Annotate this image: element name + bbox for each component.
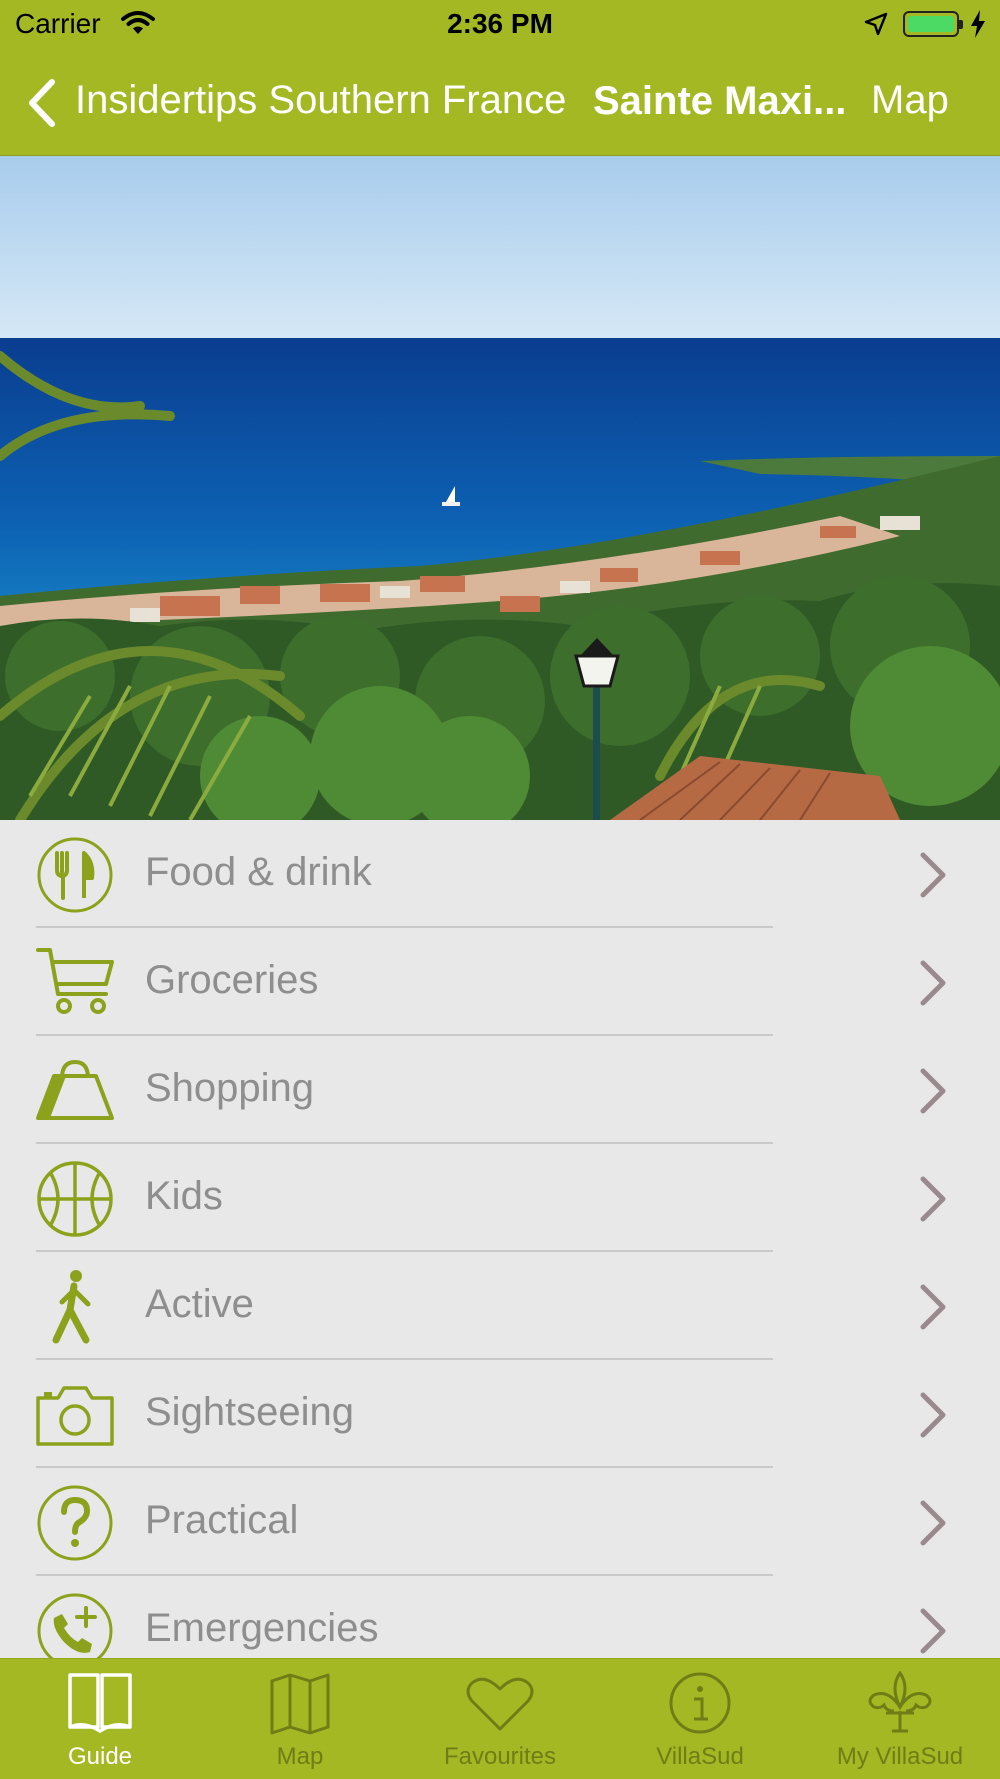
question-icon <box>37 1485 113 1561</box>
chevron-right-icon <box>920 1392 946 1438</box>
list-item-food-drink[interactable]: Food & drink <box>0 820 1000 928</box>
map-icon <box>270 1673 330 1735</box>
list-item-active[interactable]: Active <box>0 1252 1000 1360</box>
status-bar: Carrier 2:36 PM <box>0 0 1000 48</box>
back-chevron-icon[interactable] <box>26 78 58 128</box>
list-item-label: Emergencies <box>145 1606 379 1650</box>
tab-favourites[interactable]: Favourites <box>400 1659 600 1779</box>
heart-icon <box>466 1677 534 1731</box>
basketball-icon <box>37 1161 113 1237</box>
list-item-label: Active <box>145 1282 254 1326</box>
back-button[interactable]: Insidertips Southern France <box>75 78 566 123</box>
walking-person-icon <box>52 1270 91 1344</box>
list-item-emergencies[interactable]: Emergencies <box>0 1576 1000 1658</box>
tab-label: Map <box>276 1743 324 1770</box>
chevron-right-icon <box>920 1176 946 1222</box>
chevron-right-icon <box>920 960 946 1006</box>
shopping-bag-icon <box>36 1059 114 1120</box>
tab-villasud[interactable]: VillaSud <box>600 1659 800 1779</box>
charging-bolt-icon <box>971 10 985 38</box>
navigation-bar: Insidertips Southern France Sainte Maxi.… <box>0 48 1000 156</box>
list-item-groceries[interactable]: Groceries <box>0 928 1000 1036</box>
tab-bar: Guide Map Favourites VillaSud My VillaSu… <box>0 1658 1000 1779</box>
location-arrow-icon <box>864 12 888 36</box>
tab-my-villasud[interactable]: My VillaSud <box>800 1659 1000 1779</box>
list-item-label: Shopping <box>145 1066 315 1110</box>
list-item-label: Practical <box>145 1498 299 1542</box>
tab-label: My VillaSud <box>836 1743 964 1770</box>
hero-landscape-image <box>0 156 1000 820</box>
fork-knife-icon <box>37 837 113 913</box>
chevron-right-icon <box>920 1608 946 1654</box>
battery-icon <box>903 11 963 37</box>
chevron-right-icon <box>920 1068 946 1114</box>
list-item-label: Kids <box>145 1174 223 1218</box>
category-list: Food & drink Groceries Shopping Kids Act… <box>0 820 1000 1658</box>
chevron-right-icon <box>920 1500 946 1546</box>
camera-icon <box>36 1386 114 1446</box>
page-title: Sainte Maxi... <box>593 79 847 123</box>
tab-guide[interactable]: Guide <box>0 1659 200 1779</box>
tab-label: VillaSud <box>656 1743 744 1770</box>
list-item-label: Sightseeing <box>145 1390 355 1434</box>
tab-map[interactable]: Map <box>200 1659 400 1779</box>
list-item-shopping[interactable]: Shopping <box>0 1036 1000 1144</box>
list-item-practical[interactable]: Practical <box>0 1468 1000 1576</box>
shopping-cart-icon <box>36 948 114 1014</box>
list-item-label: Groceries <box>145 958 319 1002</box>
clock: 2:36 PM <box>447 8 553 39</box>
chevron-right-icon <box>920 1284 946 1330</box>
list-item-label: Food & drink <box>145 850 372 894</box>
map-button[interactable]: Map <box>871 78 949 123</box>
fleur-de-lis-icon <box>868 1671 932 1733</box>
chevron-right-icon <box>920 852 946 898</box>
list-item-kids[interactable]: Kids <box>0 1144 1000 1252</box>
tab-label: Guide <box>67 1743 133 1770</box>
phone-plus-icon <box>37 1593 113 1658</box>
info-icon <box>669 1672 731 1734</box>
tab-label: Favourites <box>443 1743 557 1770</box>
list-item-sightseeing[interactable]: Sightseeing <box>0 1360 1000 1468</box>
book-icon <box>68 1673 132 1734</box>
